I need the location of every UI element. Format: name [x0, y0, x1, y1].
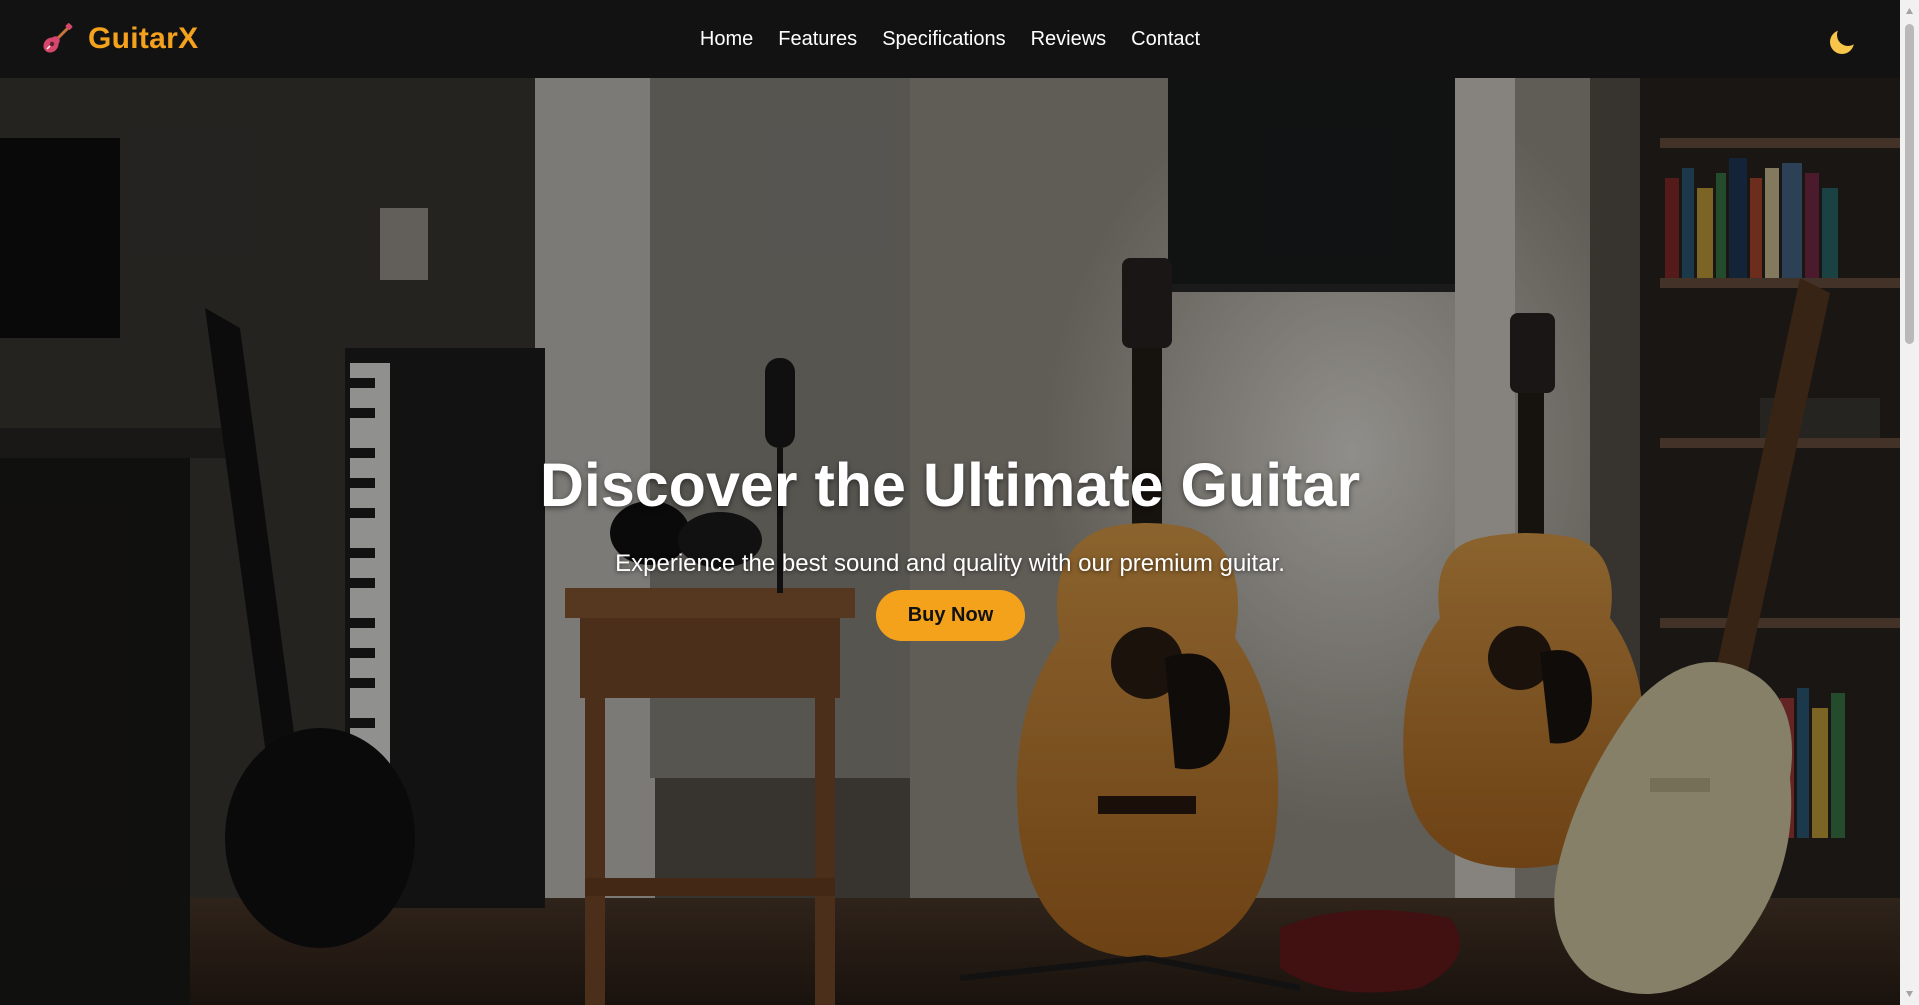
nav-menu: Home Features Specifications Reviews Con…	[0, 0, 1900, 78]
hero-overlay	[0, 78, 1900, 1005]
hero-title: Discover the Ultimate Guitar	[539, 451, 1361, 519]
nav-item-features: Features	[778, 28, 857, 51]
nav-item-contact: Contact	[1131, 28, 1200, 51]
hero-subtitle: Experience the best sound and quality wi…	[615, 550, 1285, 577]
nav-item-reviews: Reviews	[1031, 28, 1107, 51]
nav-link-home[interactable]: Home	[700, 28, 753, 50]
buy-now-button[interactable]: Buy Now	[876, 590, 1025, 641]
nav-item-home: Home	[700, 28, 753, 51]
nav-link-specifications[interactable]: Specifications	[882, 28, 1005, 50]
hero-section: Discover the Ultimate Guitar Experience …	[0, 78, 1900, 1005]
nav-link-features[interactable]: Features	[778, 28, 857, 50]
nav-link-contact[interactable]: Contact	[1131, 28, 1200, 50]
moon-icon[interactable]	[1828, 26, 1858, 56]
scroll-up-arrow-icon[interactable]	[1905, 6, 1914, 16]
scrollbar-thumb[interactable]	[1905, 24, 1914, 344]
nav-item-specifications: Specifications	[882, 28, 1005, 51]
navbar: GuitarX Home Features Specifications Rev…	[0, 0, 1900, 78]
scroll-down-arrow-icon[interactable]	[1905, 989, 1914, 999]
nav-link-reviews[interactable]: Reviews	[1031, 28, 1107, 50]
